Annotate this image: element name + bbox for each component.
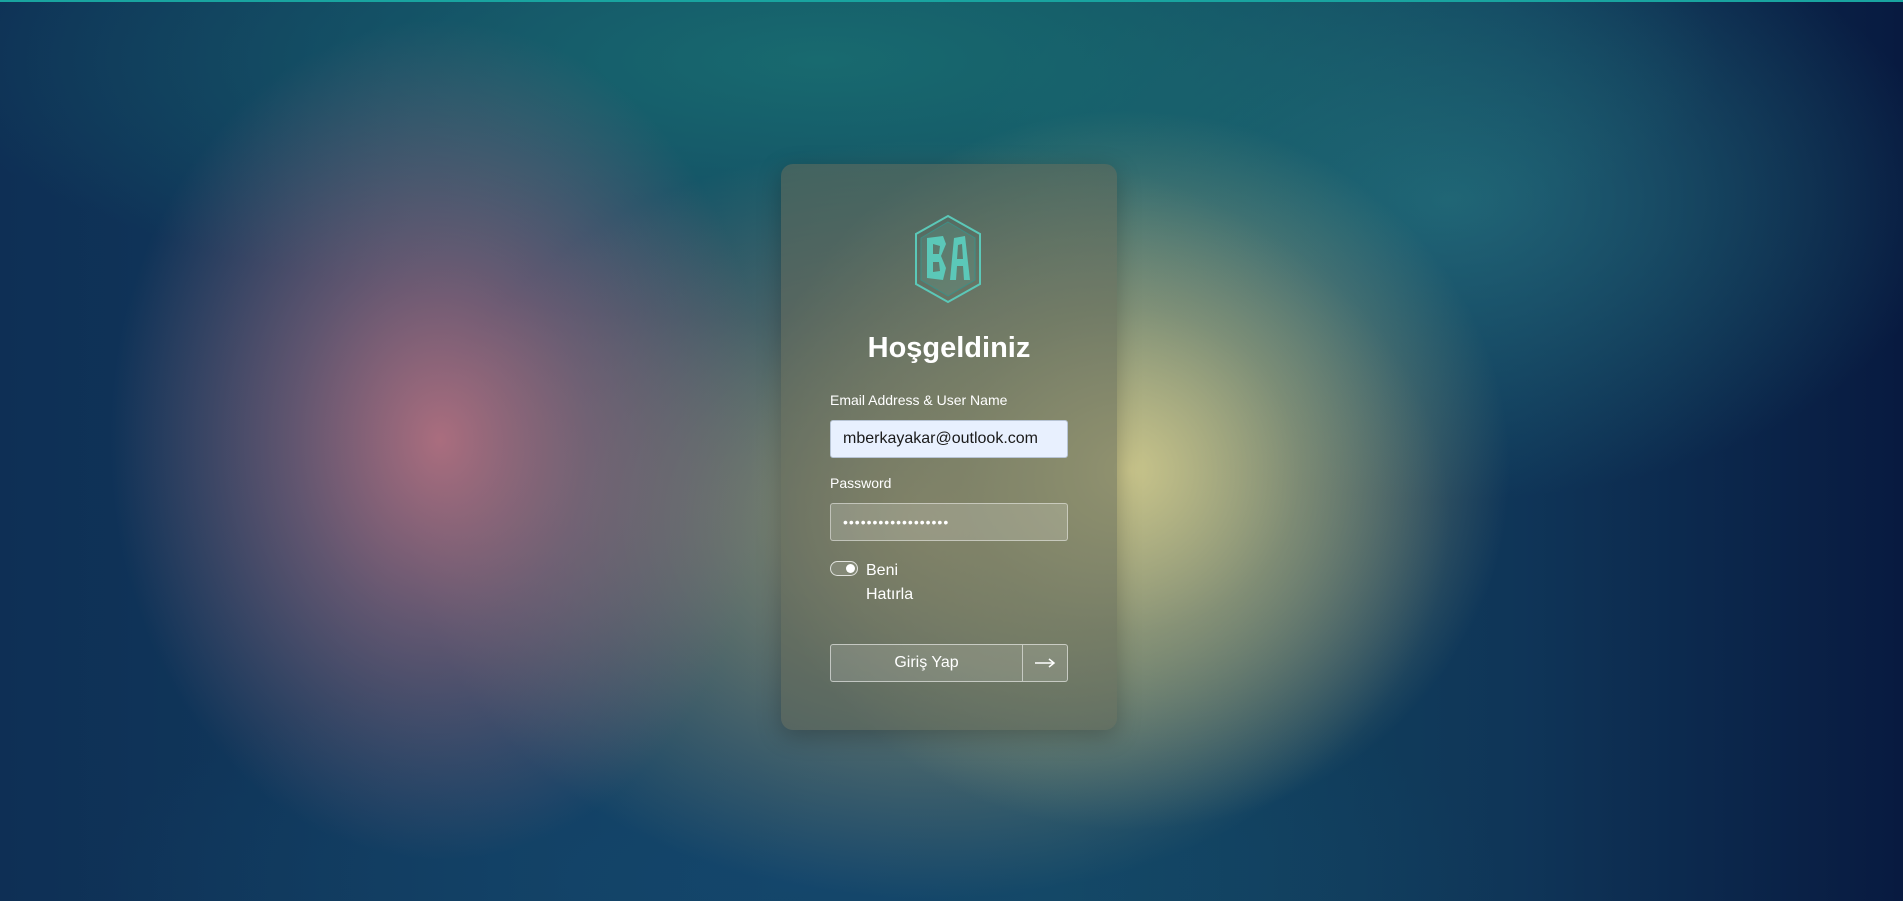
email-label: Email Address & User Name — [830, 392, 1008, 408]
arrow-right-icon — [1035, 658, 1056, 668]
ba-hexagon-logo-icon — [915, 214, 981, 304]
login-page: Hoşgeldiniz Email Address & User Name Pa… — [0, 0, 1903, 901]
remember-me-toggle[interactable] — [830, 561, 858, 576]
email-field[interactable] — [830, 420, 1068, 458]
toggle-knob — [846, 564, 855, 573]
login-arrow-button[interactable] — [1022, 645, 1067, 681]
login-button-group: Giriş Yap — [830, 644, 1068, 682]
remember-me[interactable]: Beni Hatırla — [830, 559, 980, 605]
top-accent-line — [0, 0, 1903, 2]
remember-me-label[interactable]: Beni Hatırla — [866, 559, 926, 607]
login-card: Hoşgeldiniz Email Address & User Name Pa… — [781, 164, 1117, 730]
welcome-title: Hoşgeldiniz — [867, 332, 1031, 364]
password-label: Password — [830, 475, 892, 491]
login-button[interactable]: Giriş Yap — [831, 645, 1022, 681]
password-field[interactable] — [830, 503, 1068, 541]
